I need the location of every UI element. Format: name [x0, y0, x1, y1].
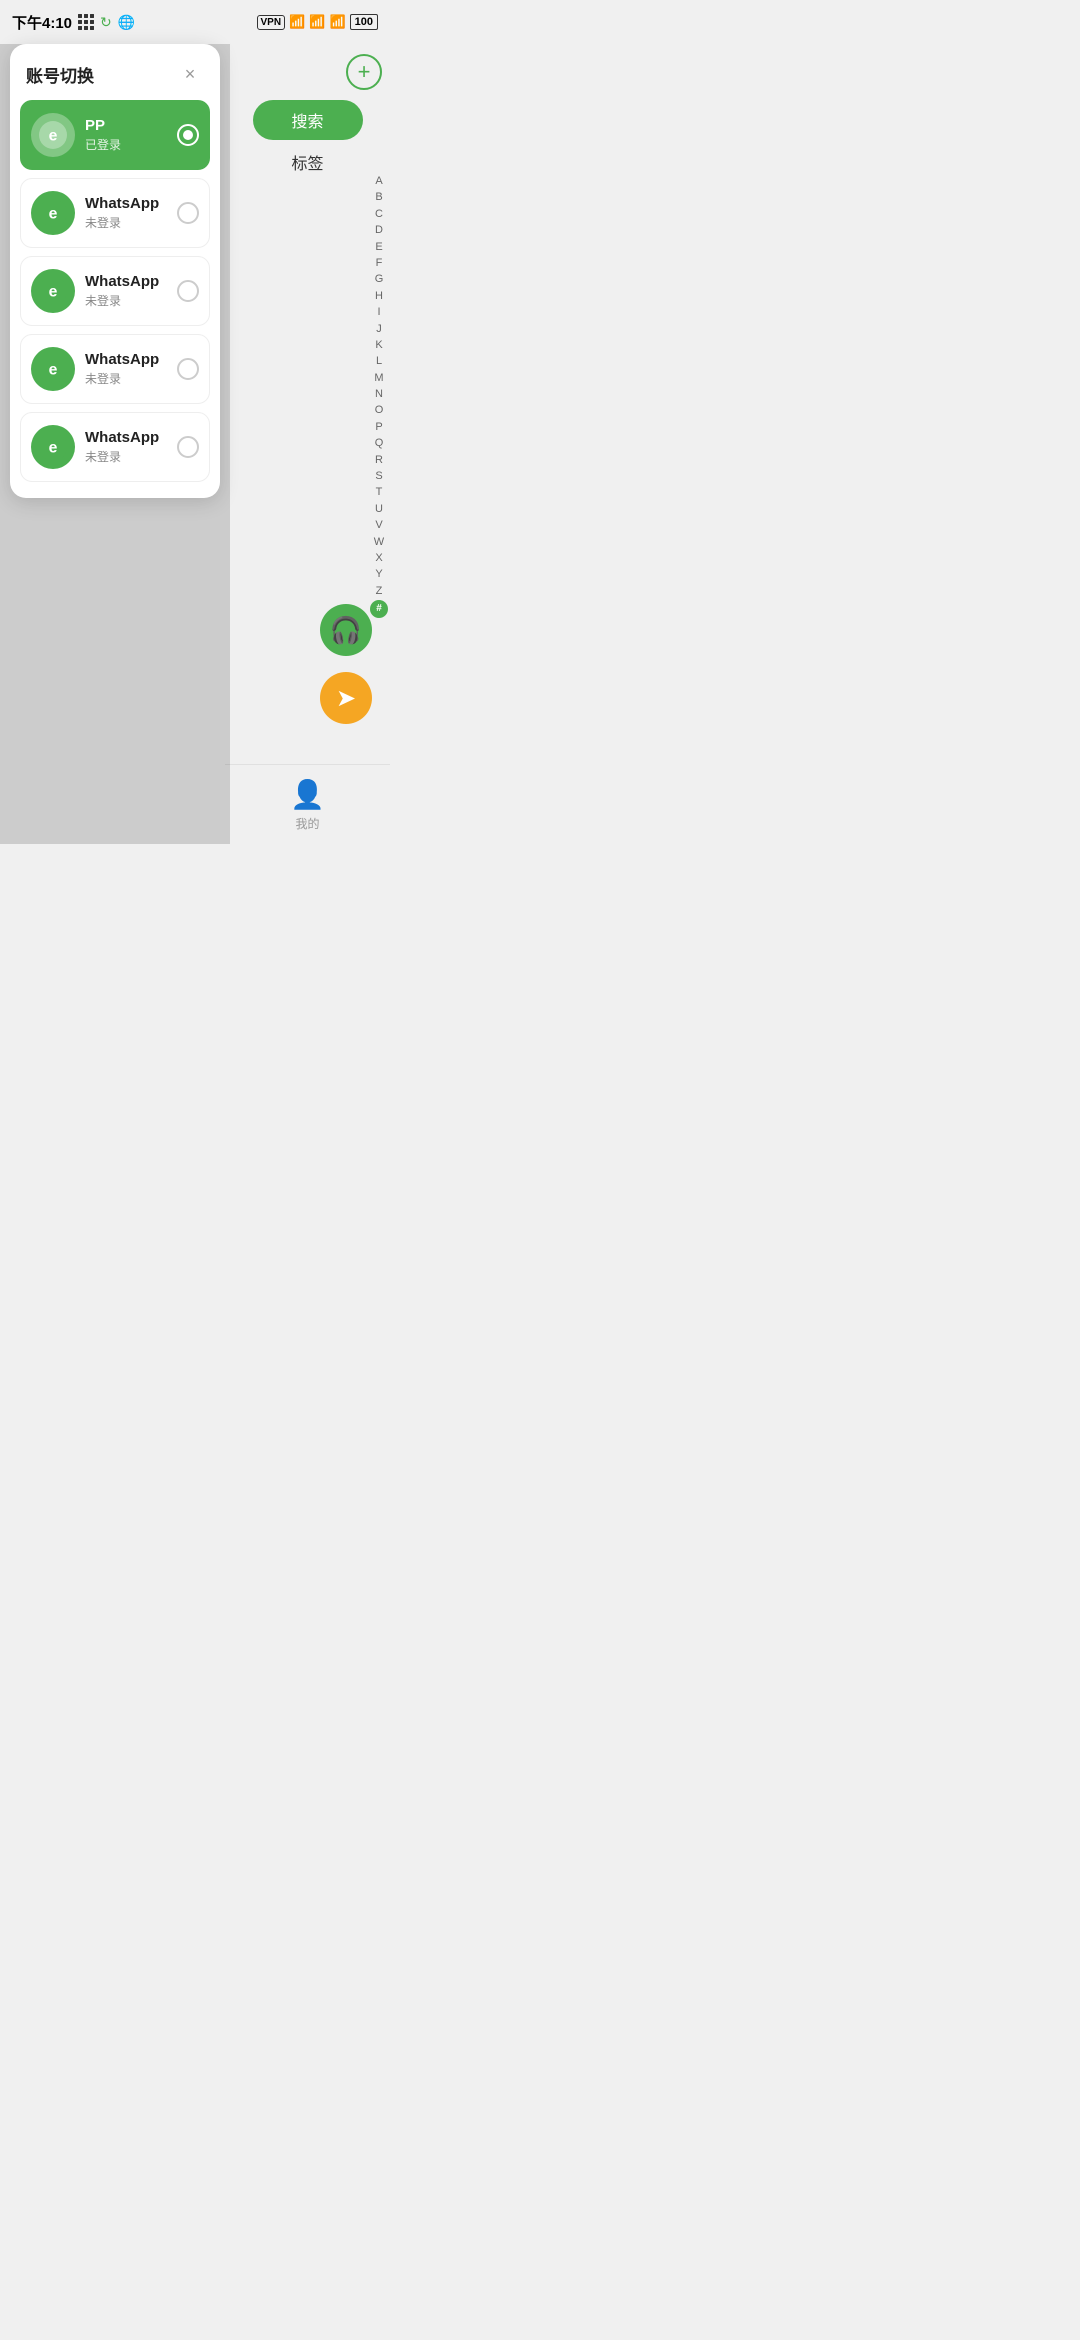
alpha-Z[interactable]: Z — [376, 584, 383, 599]
account-item-4[interactable]: e WhatsApp 未登录 — [20, 334, 210, 404]
account-status-5: 未登录 — [85, 448, 167, 465]
alpha-I[interactable]: I — [377, 305, 380, 320]
radio-button-3[interactable] — [177, 280, 199, 302]
account-status-2: 未登录 — [85, 214, 167, 231]
e-logo-icon-2: e — [39, 199, 67, 227]
send-icon: ➤ — [336, 684, 356, 713]
account-name-3: WhatsApp — [85, 273, 167, 290]
e-logo-icon: e — [39, 121, 67, 149]
e-logo-icon-4: e — [39, 355, 67, 383]
right-panel: + 搜索 标签 A B C D E F G H I J K L M N O P … — [225, 44, 390, 844]
status-left: 下午4:10 ↻ 🌐 — [12, 12, 135, 33]
dialog-title: 账号切换 — [26, 62, 94, 87]
radio-button-2[interactable] — [177, 202, 199, 224]
radio-button-4[interactable] — [177, 358, 199, 380]
account-name-4: WhatsApp — [85, 351, 167, 368]
svg-text:e: e — [49, 361, 58, 378]
signal2-icon: 📶 — [309, 14, 325, 30]
globe-icon: 🌐 — [118, 14, 135, 31]
account-avatar-2: e — [31, 191, 75, 235]
account-name-1: PP — [85, 117, 167, 134]
svg-text:e: e — [49, 205, 58, 222]
alpha-N[interactable]: N — [375, 387, 383, 402]
alpha-R[interactable]: R — [375, 453, 383, 468]
account-item-5[interactable]: e WhatsApp 未登录 — [20, 412, 210, 482]
bottom-nav: 👤 我的 — [225, 764, 390, 844]
search-button[interactable]: 搜索 — [253, 100, 363, 140]
account-avatar-5: e — [31, 425, 75, 469]
status-icons: VPN 📶 📶 📶 100 — [257, 14, 378, 30]
alpha-hash[interactable]: # — [370, 600, 388, 618]
account-status-4: 未登录 — [85, 370, 167, 387]
alpha-G[interactable]: G — [375, 272, 384, 287]
alpha-U[interactable]: U — [375, 502, 383, 517]
e-logo-icon-3: e — [39, 277, 67, 305]
alpha-T[interactable]: T — [376, 485, 383, 500]
account-item-3[interactable]: e WhatsApp 未登录 — [20, 256, 210, 326]
alpha-J[interactable]: J — [376, 322, 382, 337]
radio-dot-1 — [183, 130, 193, 140]
alpha-F[interactable]: F — [376, 256, 383, 271]
account-item-1[interactable]: e PP 已登录 — [20, 100, 210, 170]
alpha-C[interactable]: C — [375, 207, 383, 222]
account-info-3: WhatsApp 未登录 — [85, 273, 167, 309]
account-status-1: 已登录 — [85, 136, 167, 153]
account-info-5: WhatsApp 未登录 — [85, 429, 167, 465]
account-name-2: WhatsApp — [85, 195, 167, 212]
radio-button-5[interactable] — [177, 436, 199, 458]
account-info-2: WhatsApp 未登录 — [85, 195, 167, 231]
signal1-icon: 📶 — [289, 14, 305, 30]
vpn-label: VPN — [257, 15, 286, 30]
refresh-icon: ↻ — [100, 14, 112, 31]
alpha-O[interactable]: O — [375, 403, 384, 418]
account-avatar-1: e — [31, 113, 75, 157]
alpha-P[interactable]: P — [375, 420, 382, 435]
status-time: 下午4:10 — [12, 12, 72, 33]
alpha-L[interactable]: L — [376, 354, 382, 369]
tag-label: 标签 — [291, 150, 323, 174]
grid-icon — [78, 14, 94, 30]
account-switch-dialog: 账号切换 × e PP 已登录 e — [10, 44, 220, 498]
svg-text:e: e — [49, 127, 58, 144]
account-avatar-4: e — [31, 347, 75, 391]
nav-label: 我的 — [295, 815, 319, 832]
alpha-X[interactable]: X — [375, 551, 382, 566]
add-account-button[interactable]: + — [346, 54, 382, 90]
account-avatar-3: e — [31, 269, 75, 313]
alpha-M[interactable]: M — [374, 371, 383, 386]
account-info-1: PP 已登录 — [85, 117, 167, 153]
headset-icon: 🎧 — [330, 615, 362, 646]
close-button[interactable]: × — [176, 60, 204, 88]
telegram-button[interactable]: ➤ — [320, 672, 372, 724]
status-bar: 下午4:10 ↻ 🌐 VPN 📶 📶 📶 100 — [0, 0, 390, 44]
alpha-Y[interactable]: Y — [375, 567, 382, 582]
profile-icon[interactable]: 👤 — [290, 778, 325, 811]
alphabet-index[interactable]: A B C D E F G H I J K L M N O P Q R S T … — [370, 174, 388, 618]
alpha-H[interactable]: H — [375, 289, 383, 304]
alpha-W[interactable]: W — [374, 535, 384, 550]
alpha-A[interactable]: A — [375, 174, 382, 189]
alpha-Q[interactable]: Q — [375, 436, 384, 451]
alpha-K[interactable]: K — [375, 338, 382, 353]
account-status-3: 未登录 — [85, 292, 167, 309]
account-list: e PP 已登录 e WhatsApp 未登录 — [10, 100, 220, 482]
alpha-V[interactable]: V — [375, 518, 382, 533]
alpha-E[interactable]: E — [375, 240, 382, 255]
svg-text:e: e — [49, 439, 58, 456]
account-info-4: WhatsApp 未登录 — [85, 351, 167, 387]
battery-icon: 100 — [350, 14, 378, 30]
radio-button-1[interactable] — [177, 124, 199, 146]
svg-text:e: e — [49, 283, 58, 300]
account-item-2[interactable]: e WhatsApp 未登录 — [20, 178, 210, 248]
dialog-header: 账号切换 × — [10, 44, 220, 100]
alpha-D[interactable]: D — [375, 223, 383, 238]
e-logo-icon-5: e — [39, 433, 67, 461]
support-button[interactable]: 🎧 — [320, 604, 372, 656]
alpha-S[interactable]: S — [375, 469, 382, 484]
account-name-5: WhatsApp — [85, 429, 167, 446]
wifi-icon: 📶 — [329, 14, 345, 30]
alpha-B[interactable]: B — [375, 190, 382, 205]
top-actions: + 搜索 标签 — [225, 44, 390, 184]
